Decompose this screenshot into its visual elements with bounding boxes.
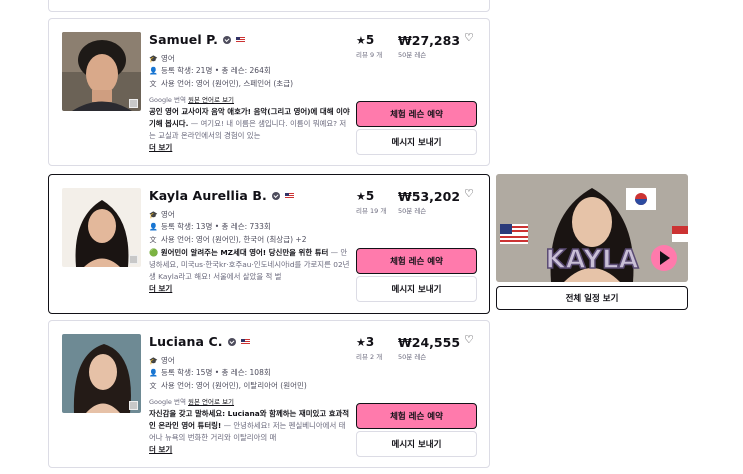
tutor-name[interactable]: Kayla Aurellia B. bbox=[149, 188, 267, 203]
tutor-languages: 사용 언어: 영어 (원어민), 스페인어 (초급) bbox=[161, 79, 294, 88]
tutor-card[interactable]: Kayla Aurellia B. 🎓 영어 👤 등록 학생: 13명 • 총 레슨… bbox=[48, 174, 490, 314]
google-translate-label: Google 번역 bbox=[149, 96, 186, 104]
view-full-schedule-button[interactable]: 전체 일정 보기 bbox=[496, 286, 688, 310]
lesson-price: ₩53,202 bbox=[398, 189, 461, 204]
tutor-languages: 사용 언어: 영어 (원어민), 이탈리아어 (원어민) bbox=[161, 381, 307, 390]
tutor-students: 등록 학생: 15명 • 총 레슨: 108회 bbox=[161, 368, 271, 377]
tutor-name[interactable]: Samuel P. bbox=[149, 32, 218, 47]
view-original-link[interactable]: 원본 언어로 보기 bbox=[188, 398, 234, 406]
person-icon: 👤 bbox=[149, 222, 158, 231]
lesson-price: ₩27,283 bbox=[398, 33, 461, 48]
view-original-link[interactable]: 원본 언어로 보기 bbox=[188, 96, 234, 104]
tutor-students: 등록 학생: 13명 • 총 레슨: 733회 bbox=[161, 222, 271, 231]
book-trial-button[interactable]: 체험 레슨 예약 bbox=[356, 101, 477, 127]
tutor-languages: 사용 언어: 영어 (원어민), 한국어 (최상급) +2 bbox=[161, 235, 307, 244]
heart-icon[interactable]: ♡ bbox=[464, 333, 474, 346]
lesson-length: 50분 레슨 bbox=[398, 207, 427, 215]
previous-tutor-card bbox=[48, 0, 490, 12]
verified-icon bbox=[227, 337, 236, 346]
send-message-button[interactable]: 메시지 보내기 bbox=[356, 276, 477, 302]
book-trial-button[interactable]: 체험 레슨 예약 bbox=[356, 248, 477, 274]
translate-icon: 文 bbox=[149, 235, 157, 244]
online-status-icon bbox=[129, 255, 138, 264]
star-icon: ★ bbox=[356, 190, 366, 203]
person-icon: 👤 bbox=[149, 368, 158, 377]
lesson-price: ₩24,555 bbox=[398, 335, 461, 350]
tutor-description: 🟢 원어민이 알려주는 MZ세대 영어! 당신만을 위한 튜터 — 안녕하세요,… bbox=[149, 247, 351, 283]
star-icon: ★ bbox=[356, 34, 366, 47]
video-title-text: KAYLA bbox=[545, 245, 638, 275]
review-count: 리뷰 19 개 bbox=[356, 207, 387, 215]
us-flag-icon bbox=[236, 36, 245, 43]
tutor-subject: 영어 bbox=[161, 356, 175, 365]
tutor-card[interactable]: Samuel P. 🎓 영어 👤 등록 학생: 21명 • 총 레슨: 264회 文… bbox=[48, 18, 490, 166]
read-more-link[interactable]: 더 보기 bbox=[149, 283, 172, 294]
translate-icon: 文 bbox=[149, 381, 157, 390]
star-icon: ★ bbox=[356, 336, 366, 349]
send-message-button[interactable]: 메시지 보내기 bbox=[356, 431, 477, 457]
rating-value: 5 bbox=[365, 33, 375, 47]
tutor-photo[interactable] bbox=[62, 188, 141, 267]
hat-icon: 🎓 bbox=[149, 210, 158, 219]
tutor-headline: 🟢 원어민이 알려주는 MZ세대 영어! 당신만을 위한 튜터 bbox=[149, 248, 329, 257]
lesson-length: 50분 레슨 bbox=[398, 353, 427, 361]
rating-value: 3 bbox=[365, 335, 375, 349]
read-more-link[interactable]: 더 보기 bbox=[149, 142, 172, 153]
review-count: 리뷰 2 개 bbox=[356, 353, 383, 361]
hat-icon: 🎓 bbox=[149, 54, 158, 63]
online-status-icon bbox=[129, 401, 138, 410]
tutor-subject: 영어 bbox=[161, 210, 175, 219]
online-status-icon bbox=[129, 99, 138, 108]
person-icon: 👤 bbox=[149, 66, 158, 75]
us-flag-icon bbox=[284, 192, 294, 199]
read-more-link[interactable]: 더 보기 bbox=[149, 444, 172, 455]
google-translate-label: Google 번역 bbox=[149, 398, 186, 406]
tutor-name[interactable]: Luciana C. bbox=[149, 334, 223, 349]
rating-value: 5 bbox=[365, 189, 375, 203]
us-flag-icon bbox=[240, 338, 250, 345]
book-trial-button[interactable]: 체험 레슨 예약 bbox=[356, 403, 477, 429]
heart-icon[interactable]: ♡ bbox=[464, 187, 474, 200]
heart-icon[interactable]: ♡ bbox=[464, 31, 474, 44]
tutor-card[interactable]: Luciana C. 🎓 영어 👤 등록 학생: 15명 • 총 레슨: 108회 … bbox=[48, 320, 490, 468]
intro-video[interactable]: KAYLA bbox=[496, 174, 688, 282]
send-message-button[interactable]: 메시지 보내기 bbox=[356, 129, 477, 155]
tutor-description: 공인 영어 교사이자 음악 애호가! 음악(그리고 영어)에 대해 이야기해 봅… bbox=[149, 106, 351, 142]
hat-icon: 🎓 bbox=[149, 356, 158, 365]
tutor-subject: 영어 bbox=[161, 54, 175, 63]
verified-icon bbox=[223, 35, 231, 44]
tutor-photo[interactable] bbox=[62, 32, 141, 111]
tutor-students: 등록 학생: 21명 • 총 레슨: 264회 bbox=[161, 66, 271, 75]
tutor-description: 자신감을 갖고 말하세요: Luciana와 함께하는 재미있고 효과적인 온라… bbox=[149, 408, 351, 444]
verified-icon bbox=[271, 191, 280, 200]
translate-icon: 文 bbox=[149, 79, 157, 88]
tutor-photo[interactable] bbox=[62, 334, 141, 413]
review-count: 리뷰 9 개 bbox=[356, 51, 383, 59]
lesson-length: 50분 레슨 bbox=[398, 51, 427, 59]
